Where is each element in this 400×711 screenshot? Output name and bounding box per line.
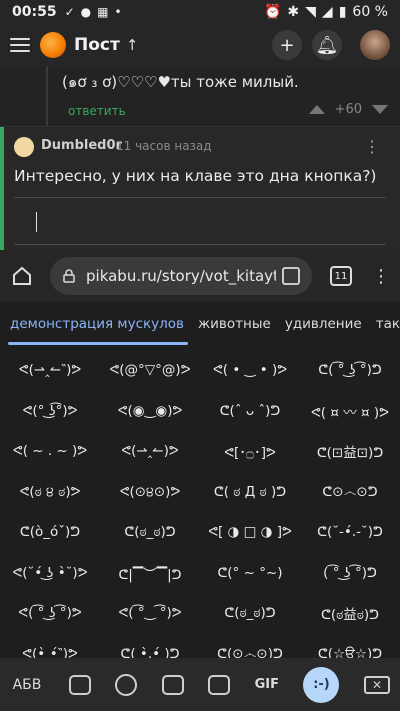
sticker-search-icon[interactable] bbox=[68, 674, 91, 695]
kaomoji-key[interactable]: ᕙ(⊙੪⊙)ᕗ bbox=[100, 472, 200, 513]
kaomoji-key[interactable]: ᕙ(◉‿◉)ᕗ bbox=[100, 391, 200, 432]
menu-icon[interactable] bbox=[10, 38, 30, 52]
kaomoji-key[interactable]: ᕙ(˘•́ ͜ʖ •̀˘)ᕗ bbox=[0, 553, 100, 594]
category-tabs: демонстрация мускулов животные удивление… bbox=[0, 302, 400, 346]
reply-indicator bbox=[0, 127, 4, 250]
kaomoji-key[interactable]: ᕦ(° ~ °~) bbox=[200, 553, 300, 594]
bitmoji-icon[interactable] bbox=[208, 674, 231, 695]
dot-icon: • bbox=[114, 5, 122, 19]
kaomoji-key[interactable]: ᕦ( ͡° ͜ʖ ͡°)ᕤ bbox=[300, 350, 400, 391]
kaomoji-key[interactable]: ᕦ⊙෴⊙ᕤ bbox=[300, 472, 400, 513]
kaomoji-key[interactable]: ᕙ( ͡° ͜ʖ ͡°)ᕗ bbox=[0, 593, 100, 634]
alarm-icon: ⏰ bbox=[263, 4, 282, 20]
signal-icon: ◢ bbox=[321, 4, 333, 20]
kaomoji-key[interactable]: ᕦ(˘-•́.-˘)ᕤ bbox=[300, 512, 400, 553]
text-cursor bbox=[36, 212, 37, 232]
kaomoji-key[interactable]: ᕦ(ˆ ᴗ ˆ)ᕤ bbox=[200, 391, 300, 432]
reply-input[interactable] bbox=[14, 197, 386, 245]
avatar[interactable] bbox=[360, 30, 390, 60]
kaomoji-key[interactable]: ᕙ[ ◑ □ ◑ ]ᕗ bbox=[200, 512, 300, 553]
gif-button[interactable]: GIF bbox=[255, 677, 279, 692]
kaomoji-key[interactable]: ᕦ(⊡益⊡)ᕤ bbox=[300, 431, 400, 472]
home-icon[interactable] bbox=[10, 264, 34, 288]
lock-icon bbox=[63, 269, 75, 283]
battery-level: 60 % bbox=[352, 4, 388, 20]
kaomoji-key[interactable]: ᕙ( ~ . ~ )ᕗ bbox=[0, 431, 100, 472]
kaomoji-key[interactable]: ᕦ(ò_óˇ)ᕤ bbox=[0, 512, 100, 553]
kaomoji-key[interactable]: ᕙ(⇀‸↼)ᕗ bbox=[100, 431, 200, 472]
comment-avatar[interactable] bbox=[14, 137, 34, 157]
kaomoji-key[interactable]: ᕙ( ͡°‿ ͡°)ᕗ bbox=[100, 593, 200, 634]
kaomoji-button[interactable]: :-) bbox=[303, 666, 340, 703]
pikabu-logo[interactable] bbox=[40, 32, 66, 58]
sticker-icon[interactable] bbox=[161, 674, 184, 695]
kaomoji-key[interactable]: ᕙ(° ͜ʖ͡°)ᕗ bbox=[0, 391, 100, 432]
downvote-icon[interactable] bbox=[372, 105, 388, 114]
kaomoji-key[interactable]: ᕙ[･۝･]ᕗ bbox=[200, 431, 300, 472]
comment-author[interactable]: Dumbled0r bbox=[41, 138, 122, 153]
status-bar: 00:55 ✓ ● ▦ • ⏰ ✱ ◥ ◢ ▮ 60 % bbox=[0, 0, 400, 24]
kaomoji-key[interactable]: ᕙ( • ‿ • )ᕗ bbox=[200, 350, 300, 391]
reader-mode-icon[interactable] bbox=[282, 267, 300, 285]
circle-icon: ● bbox=[80, 5, 92, 19]
kaomoji-key[interactable]: ᕦ(ಠ_ಠ)ᕤ bbox=[100, 512, 200, 553]
tab-muscles[interactable]: демонстрация мускулов bbox=[10, 316, 184, 332]
emoji-icon[interactable] bbox=[115, 673, 138, 696]
kaomoji-keyboard: демонстрация мускулов животные удивление… bbox=[0, 302, 400, 711]
active-tab-indicator bbox=[8, 342, 188, 345]
kaomoji-key[interactable]: ( ͡° ͜ʖ ͡°)ᕤ bbox=[300, 553, 400, 594]
check-icon: ✓ bbox=[64, 5, 75, 19]
tab-surprise[interactable]: удивление bbox=[285, 316, 362, 332]
abc-switch-button[interactable]: АБВ bbox=[10, 677, 44, 693]
page-title: Пост bbox=[74, 35, 120, 55]
tab-animals[interactable]: животные bbox=[198, 316, 271, 332]
app-header: Пост ↑ + 🔔︎ bbox=[0, 24, 400, 66]
comment-text: (๑ơ ₃ ơ)♡♡♡♥ты тоже милый. bbox=[62, 73, 299, 91]
address-bar[interactable]: pikabu.ru/story/vot_kitayt bbox=[50, 257, 312, 295]
more-vert-icon[interactable]: ⋮ bbox=[372, 266, 390, 287]
wifi-icon: ◥ bbox=[305, 4, 316, 20]
comment-score: +60 bbox=[334, 102, 362, 117]
scroll-up-icon[interactable]: ↑ bbox=[126, 36, 139, 54]
tab-other[interactable]: так bbox=[376, 316, 400, 332]
kaomoji-key[interactable]: ᕙ(⇀‸↼‶)ᕗ bbox=[0, 350, 100, 391]
kaomoji-key[interactable]: ᕦ( ಠ Д ಠ )ᕤ bbox=[200, 472, 300, 513]
notifications-button[interactable]: 🔔︎ bbox=[312, 30, 342, 60]
backspace-icon[interactable]: ✕ bbox=[364, 675, 390, 694]
kaomoji-grid: ᕙ(⇀‸↼‶)ᕗ ᕙ(@°▽°@)ᕗ ᕙ( • ‿ • )ᕗ ᕦ( ͡° ͜ʖ … bbox=[0, 350, 400, 674]
plus-icon: + bbox=[279, 34, 295, 56]
add-button[interactable]: + bbox=[272, 30, 302, 60]
battery-icon: ▮ bbox=[338, 4, 347, 20]
browser-toolbar: pikabu.ru/story/vot_kitayt 11 ⋮ bbox=[0, 250, 400, 302]
clock: 00:55 bbox=[12, 4, 57, 20]
kaomoji-key[interactable]: ᕙ(@°▽°@)ᕗ bbox=[100, 350, 200, 391]
more-vert-icon[interactable]: ⋮ bbox=[364, 137, 380, 156]
thread-line bbox=[46, 66, 48, 128]
kaomoji-key[interactable]: ᕙ(ಠ ੪ ಠ)ᕗ bbox=[0, 472, 100, 513]
kaomoji-key[interactable]: ᕦ|▔︶▔|ᕤ bbox=[100, 553, 200, 594]
kaomoji-key[interactable]: ᕦ(ಠ_ಠ)ᕤ bbox=[200, 593, 300, 634]
vote-controls: +60 bbox=[308, 102, 388, 117]
keyboard-toolbar: АБВ GIF :-) ✕ bbox=[0, 658, 400, 711]
bell-icon: 🔔︎ bbox=[315, 34, 339, 56]
url-text: pikabu.ru/story/vot_kitayt bbox=[86, 267, 276, 285]
comment-text: Интересно, у них на клаве это дна кнопка… bbox=[14, 167, 377, 185]
bluetooth-icon: ✱ bbox=[287, 4, 300, 20]
comment-item: Dumbled0r 11 часов назад ⋮ Интересно, у … bbox=[0, 127, 400, 250]
kaomoji-key[interactable]: ᕙ( ¤ 〰 ¤ )ᕗ bbox=[300, 391, 400, 432]
upvote-icon[interactable] bbox=[308, 105, 325, 114]
tab-switcher-button[interactable]: 11 bbox=[330, 266, 352, 286]
reply-link[interactable]: ответить bbox=[68, 104, 126, 118]
grid-icon: ▦ bbox=[97, 5, 109, 19]
comments-section: (๑ơ ₃ ơ)♡♡♡♥ты тоже милый. ответить +60 … bbox=[0, 66, 400, 250]
kaomoji-key[interactable]: ᕦ(ಠ益ಠ)ᕤ bbox=[300, 593, 400, 634]
comment-time: 11 часов назад bbox=[116, 139, 212, 153]
